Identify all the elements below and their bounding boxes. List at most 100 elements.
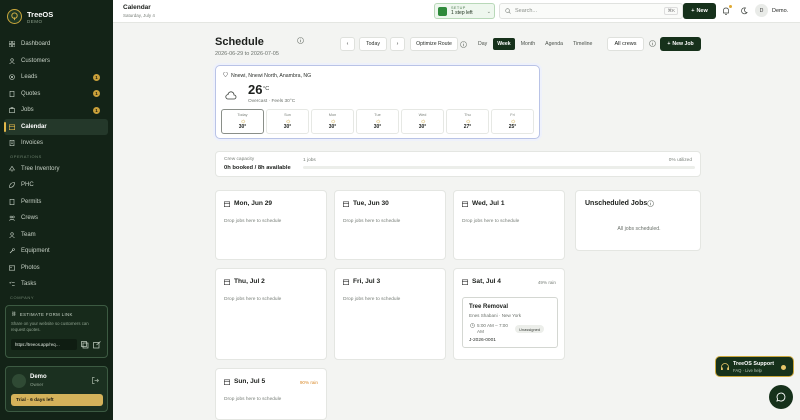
document-icon bbox=[9, 198, 15, 205]
sidebar-item-leads[interactable]: Leads 1 bbox=[4, 69, 108, 86]
day-card-thu[interactable]: Thu, Jul 2 Drop jobs here to schedule bbox=[215, 268, 327, 360]
next-week-button[interactable]: › bbox=[390, 37, 405, 51]
sidebar-item-label: Quotes bbox=[21, 90, 41, 97]
day-card-tue[interactable]: Tue, Jun 30 Drop jobs here to schedule bbox=[334, 190, 446, 260]
forecast-day-name: Sun bbox=[284, 113, 291, 117]
info-icon[interactable] bbox=[460, 41, 467, 48]
support-widget[interactable]: TreeOS Support FAQ · Live help bbox=[715, 356, 794, 377]
page-date: Saturday, July 4 bbox=[123, 13, 155, 18]
sidebar: TreeOS DEMO Dashboard Customers Leads 1 … bbox=[0, 0, 113, 420]
setup-icon bbox=[438, 6, 447, 16]
sidebar-item-photos[interactable]: Photos bbox=[4, 260, 108, 277]
view-agenda[interactable]: Agenda bbox=[541, 38, 567, 50]
crew-filter-select[interactable]: All crews bbox=[607, 37, 644, 51]
forecast-day: Mon ☼ 30° bbox=[311, 109, 354, 134]
setup-status: 1 step left bbox=[451, 10, 473, 16]
moon-icon[interactable] bbox=[740, 7, 748, 15]
unscheduled-jobs-card: Unscheduled Jobs All jobs scheduled. bbox=[575, 190, 701, 251]
logout-icon[interactable] bbox=[92, 377, 99, 384]
account-menu[interactable]: D Demo. bbox=[755, 4, 788, 17]
sidebar-nav: Dashboard Customers Leads 1 Quotes 1 Job… bbox=[4, 36, 108, 302]
estimate-form-url[interactable]: https://treeos.app/req… bbox=[11, 339, 77, 350]
users-icon bbox=[9, 58, 15, 64]
team-icon bbox=[9, 232, 15, 238]
chat-button[interactable] bbox=[769, 385, 793, 409]
cloud-icon bbox=[225, 91, 237, 101]
day-card-mon[interactable]: Mon, Jun 29 Drop jobs here to schedule bbox=[215, 190, 327, 260]
target-icon bbox=[9, 74, 15, 81]
page-title: Calendar bbox=[123, 4, 151, 11]
info-icon[interactable] bbox=[647, 200, 654, 207]
prev-week-button[interactable]: ‹ bbox=[340, 37, 355, 51]
support-subtitle: FAQ · Live help bbox=[733, 368, 762, 373]
job-card[interactable]: Tree Removal Enes Shabani · New York 5:0… bbox=[462, 297, 558, 348]
bell-icon[interactable] bbox=[722, 7, 730, 15]
forecast-day-name: Fri bbox=[510, 113, 515, 117]
estimate-form-card: ⛓ ESTIMATE FORM LINK Share on your websi… bbox=[5, 305, 108, 358]
rain-chance: 49% rain bbox=[537, 280, 556, 285]
image-icon bbox=[9, 265, 15, 271]
trial-banner[interactable]: Trial · 6 days left bbox=[11, 394, 103, 406]
brand[interactable]: TreeOS DEMO bbox=[7, 9, 53, 24]
sidebar-item-label: Permits bbox=[21, 198, 42, 205]
sidebar-item-label: Calendar bbox=[21, 123, 47, 130]
info-icon[interactable] bbox=[649, 40, 656, 47]
info-icon[interactable] bbox=[297, 37, 304, 44]
search-input[interactable]: Search... ⌘K bbox=[499, 3, 683, 19]
drop-zone-hint: Drop jobs here to schedule bbox=[224, 219, 282, 224]
sidebar-item-equipment[interactable]: Equipment bbox=[4, 243, 108, 260]
optimize-route-button[interactable]: Optimize Route bbox=[410, 37, 458, 51]
today-button[interactable]: Today bbox=[359, 37, 387, 51]
setup-progress-button[interactable]: SETUP 1 step left ⌄ bbox=[434, 3, 495, 19]
day-title: Wed, Jul 1 bbox=[472, 200, 505, 207]
day-header: Sat, Jul 4 bbox=[462, 278, 501, 285]
chevron-down-icon: ⌄ bbox=[486, 9, 491, 15]
job-id: J-2026-0001 bbox=[469, 338, 496, 343]
view-month[interactable]: Month bbox=[517, 38, 539, 50]
day-card-sat[interactable]: Sat, Jul 4 49% rain Tree Removal Enes Sh… bbox=[453, 268, 565, 360]
new-job-button[interactable]: + New Job bbox=[660, 37, 701, 51]
day-header: Tue, Jun 30 bbox=[343, 200, 389, 207]
sidebar-item-label: Dashboard bbox=[21, 41, 51, 48]
day-header: Wed, Jul 1 bbox=[462, 200, 505, 207]
count-badge: 1 bbox=[93, 73, 100, 81]
day-card-fri[interactable]: Fri, Jul 3 Drop jobs here to schedule bbox=[334, 268, 446, 360]
forecast-day: Wed ☼ 30° bbox=[401, 109, 444, 134]
copy-icon[interactable] bbox=[81, 340, 89, 349]
new-job-label: New Job bbox=[672, 41, 694, 47]
sidebar-item-dashboard[interactable]: Dashboard bbox=[4, 36, 108, 53]
drop-zone-hint: Drop jobs here to schedule bbox=[462, 219, 520, 224]
file-icon bbox=[9, 90, 15, 97]
sidebar-item-customers[interactable]: Customers bbox=[4, 53, 108, 70]
calendar-icon bbox=[462, 279, 468, 285]
sidebar-item-phc[interactable]: PHC bbox=[4, 177, 108, 194]
user-card[interactable]: Demo Owner Trial · 6 days left bbox=[5, 366, 108, 412]
external-link-icon[interactable] bbox=[93, 340, 101, 349]
notification-dot bbox=[729, 5, 732, 8]
sidebar-item-invoices[interactable]: Invoices bbox=[4, 135, 108, 152]
tree-icon bbox=[9, 165, 15, 172]
view-timeline[interactable]: Timeline bbox=[569, 38, 596, 50]
view-day[interactable]: Day bbox=[474, 38, 491, 50]
sidebar-item-jobs[interactable]: Jobs 1 bbox=[4, 102, 108, 119]
sidebar-item-tasks[interactable]: Tasks bbox=[4, 276, 108, 293]
weather-temperature: 26 bbox=[248, 82, 263, 97]
day-card-sun[interactable]: Sun, Jul 5 90% rain Drop jobs here to sc… bbox=[215, 368, 327, 420]
sidebar-item-crews[interactable]: Crews bbox=[4, 210, 108, 227]
forecast-day: Tue ☼ 30° bbox=[356, 109, 399, 134]
account-name: Demo. bbox=[772, 7, 789, 14]
sidebar-item-permits[interactable]: Permits bbox=[4, 194, 108, 211]
sidebar-item-tree-inventory[interactable]: Tree Inventory bbox=[4, 161, 108, 178]
sidebar-item-quotes[interactable]: Quotes 1 bbox=[4, 86, 108, 103]
section-label-operations: OPERATIONS bbox=[10, 153, 42, 159]
view-week[interactable]: Week bbox=[493, 38, 515, 50]
new-button[interactable]: + New bbox=[683, 3, 716, 19]
job-customer: Enes Shabani · New York bbox=[469, 313, 522, 318]
sidebar-item-calendar[interactable]: Calendar bbox=[4, 118, 108, 135]
clock-icon bbox=[470, 323, 475, 328]
day-card-wed[interactable]: Wed, Jul 1 Drop jobs here to schedule bbox=[453, 190, 565, 260]
sidebar-item-label: Leads bbox=[21, 74, 38, 81]
capacity-progress-bar bbox=[303, 166, 695, 169]
sidebar-item-team[interactable]: Team bbox=[4, 227, 108, 244]
sidebar-item-label: Jobs bbox=[21, 107, 34, 114]
